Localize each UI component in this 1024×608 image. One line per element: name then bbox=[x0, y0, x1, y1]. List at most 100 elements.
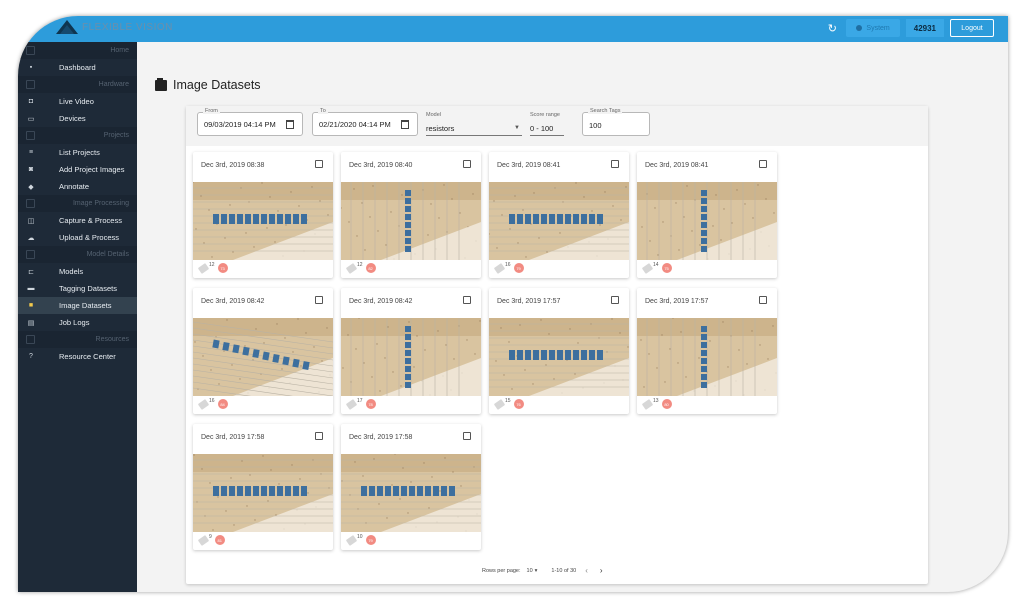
image-card[interactable]: Dec 3rd, 2019 08:42 16 84 bbox=[193, 288, 333, 414]
app-logo[interactable]: FLEXIBLE VISION bbox=[56, 20, 173, 34]
dashboard-icon: ▪ bbox=[29, 64, 33, 71]
card-checkbox[interactable] bbox=[759, 296, 767, 304]
sidebar-item[interactable]: ▭ Devices bbox=[18, 110, 137, 127]
image-card[interactable]: Dec 3rd, 2019 08:40 12 82 bbox=[341, 152, 481, 278]
label-icon: ◆ bbox=[28, 183, 34, 191]
sidebar-item[interactable]: ⊏ Models bbox=[18, 263, 137, 280]
dataset-image[interactable] bbox=[489, 182, 629, 260]
system-status-button[interactable]: System bbox=[846, 19, 900, 37]
image-card[interactable]: Dec 3rd, 2019 17:58 10 79 bbox=[341, 424, 481, 550]
dataset-image[interactable] bbox=[341, 454, 481, 532]
sidebar-item-label: List Projects bbox=[59, 148, 100, 157]
score-badge: 80 bbox=[661, 399, 672, 409]
sidebar-item[interactable]: ◘ Live Video bbox=[18, 93, 137, 110]
rows-per-page-value: 10 bbox=[526, 567, 533, 574]
search-tags-value: 100 bbox=[589, 121, 602, 130]
image-card[interactable]: Dec 3rd, 2019 17:57 13 80 bbox=[637, 288, 777, 414]
chevron-down-icon: ▼ bbox=[514, 125, 520, 131]
card-checkbox[interactable] bbox=[611, 160, 619, 168]
score-badge: 79 bbox=[365, 535, 376, 545]
search-tags-input[interactable]: Search Tags 100 bbox=[582, 108, 650, 136]
dataset-image[interactable] bbox=[193, 318, 333, 396]
model-select[interactable]: Model resistors ▼ bbox=[426, 112, 522, 136]
page-range: 1-10 of 30 bbox=[551, 567, 577, 574]
section-icon bbox=[26, 199, 35, 208]
tag-count: 16 bbox=[209, 398, 215, 404]
sidebar-section-label: Resources bbox=[95, 336, 129, 343]
image-card[interactable]: Dec 3rd, 2019 08:41 16 79 bbox=[489, 152, 629, 278]
tag-dataset-icon: ▬ bbox=[27, 285, 35, 292]
card-checkbox[interactable] bbox=[315, 296, 323, 304]
rows-per-page-select[interactable]: 10 ▾ bbox=[527, 568, 538, 574]
card-checkbox[interactable] bbox=[463, 296, 471, 304]
from-label: From bbox=[203, 108, 220, 114]
card-checkbox[interactable] bbox=[463, 432, 471, 440]
sidebar-section-header: Image Processing bbox=[18, 195, 137, 212]
sidebar-item[interactable]: ? Resource Center bbox=[18, 348, 137, 365]
next-page-icon[interactable]: › bbox=[597, 566, 606, 575]
card-checkbox[interactable] bbox=[463, 160, 471, 168]
sidebar-item[interactable]: ≡ List Projects bbox=[18, 144, 137, 161]
tag-count: 16 bbox=[505, 262, 511, 268]
image-card[interactable]: Dec 3rd, 2019 08:41 14 75 bbox=[637, 152, 777, 278]
sidebar-item[interactable]: ▬ Tagging Datasets bbox=[18, 280, 137, 297]
sidebar-item[interactable]: ◫ Capture & Process bbox=[18, 212, 137, 229]
image-card[interactable]: Dec 3rd, 2019 08:38 12 73 bbox=[193, 152, 333, 278]
card-date: Dec 3rd, 2019 08:40 bbox=[349, 162, 413, 169]
sidebar-item[interactable]: ◆ Annotate bbox=[18, 178, 137, 195]
card-footer: 13 80 bbox=[641, 398, 672, 410]
folder-icon: ■ bbox=[28, 302, 34, 309]
search-tags-label: Search Tags bbox=[588, 108, 623, 114]
history-icon[interactable]: ↻ bbox=[824, 22, 840, 35]
sidebar-item[interactable]: ☁ Upload & Process bbox=[18, 229, 137, 246]
cloud-upload-icon: ☁ bbox=[27, 234, 35, 242]
to-date-field[interactable]: To 02/21/2020 04:14 PM bbox=[312, 108, 418, 136]
dataset-image-graphic bbox=[341, 318, 481, 396]
dataset-image[interactable] bbox=[637, 318, 777, 396]
card-checkbox[interactable] bbox=[315, 160, 323, 168]
score-badge: 75 bbox=[661, 263, 672, 273]
sidebar-item[interactable]: ▪ Dashboard bbox=[18, 59, 137, 76]
section-icon bbox=[26, 80, 35, 89]
score-range-field[interactable]: Score range 0 - 100 bbox=[530, 112, 564, 136]
tag-icon bbox=[345, 262, 358, 274]
dataset-image[interactable] bbox=[193, 454, 333, 532]
sidebar-item[interactable]: ▤ Job Logs bbox=[18, 314, 137, 331]
tag-count: 9 bbox=[209, 534, 212, 540]
sidebar-item-label: Dashboard bbox=[59, 63, 96, 72]
sidebar-item-label: Resource Center bbox=[59, 352, 116, 361]
logout-button[interactable]: Logout bbox=[950, 19, 994, 37]
dataset-image[interactable] bbox=[489, 318, 629, 396]
prev-page-icon[interactable]: ‹ bbox=[582, 566, 591, 575]
dataset-image[interactable] bbox=[193, 182, 333, 260]
image-card[interactable]: Dec 3rd, 2019 17:57 15 76 bbox=[489, 288, 629, 414]
calendar-icon[interactable] bbox=[401, 120, 409, 129]
sidebar-item-label: Live Video bbox=[59, 97, 94, 106]
card-footer: 10 79 bbox=[345, 534, 376, 546]
sidebar-item[interactable]: ◙ Add Project Images bbox=[18, 161, 137, 178]
sidebar-section-label: Image Processing bbox=[72, 200, 129, 207]
dataset-image[interactable] bbox=[341, 182, 481, 260]
from-date-field[interactable]: From 09/03/2019 04:14 PM bbox=[197, 108, 303, 136]
calendar-icon[interactable] bbox=[286, 120, 294, 129]
sidebar: Home ▪ Dashboard Hardware ◘ Live Video ▭ Device… bbox=[18, 42, 137, 592]
card-checkbox[interactable] bbox=[315, 432, 323, 440]
section-icon bbox=[26, 335, 35, 344]
dataset-image[interactable] bbox=[341, 318, 481, 396]
score-range-value: 0 - 100 bbox=[530, 124, 554, 133]
score-badge: 78 bbox=[365, 399, 376, 409]
tag-icon bbox=[197, 534, 210, 546]
image-card[interactable]: Dec 3rd, 2019 08:42 17 78 bbox=[341, 288, 481, 414]
image-card[interactable]: Dec 3rd, 2019 17:58 9 81 bbox=[193, 424, 333, 550]
score-badge: 82 bbox=[365, 263, 376, 273]
card-checkbox[interactable] bbox=[611, 296, 619, 304]
sidebar-section-label: Home bbox=[110, 47, 129, 54]
card-date: Dec 3rd, 2019 08:41 bbox=[497, 162, 561, 169]
sidebar-item-label: Devices bbox=[59, 114, 86, 123]
sidebar-item[interactable]: ■ Image Datasets bbox=[18, 297, 137, 314]
top-bar: FLEXIBLE VISION ↻ System 42931 Logout bbox=[18, 16, 1008, 42]
sidebar-item-label: Image Datasets bbox=[59, 301, 112, 310]
dataset-image-graphic bbox=[341, 182, 481, 260]
card-checkbox[interactable] bbox=[759, 160, 767, 168]
dataset-image[interactable] bbox=[637, 182, 777, 260]
